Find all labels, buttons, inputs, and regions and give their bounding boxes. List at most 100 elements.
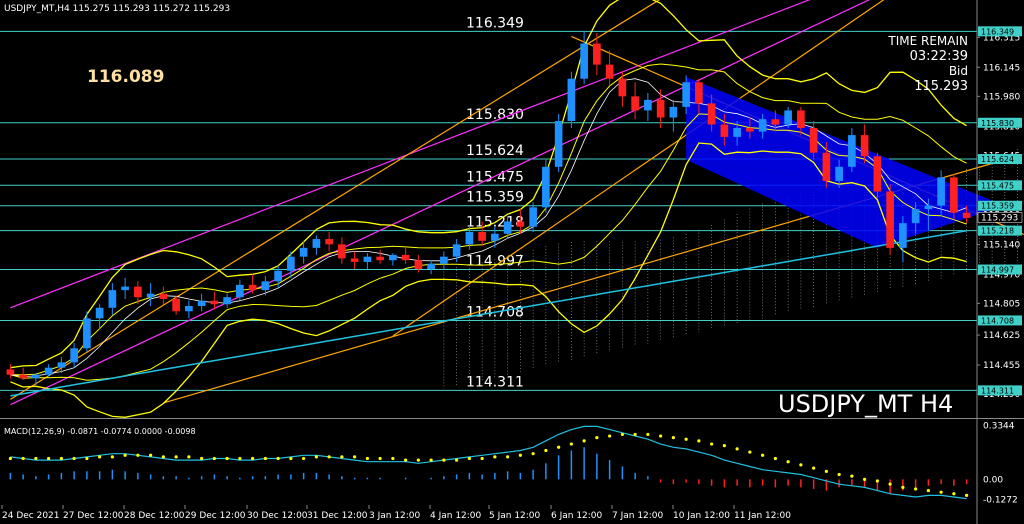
x-tick-label-0: 24 Dec 2021 <box>2 511 60 521</box>
macd-signal-dot <box>531 452 535 456</box>
candle-body <box>835 166 843 181</box>
candle-body <box>261 281 270 291</box>
x-tick-label-1: 27 Dec 12:00 <box>63 511 124 521</box>
x-tick-label-6: 3 Jan 12:00 <box>369 511 421 521</box>
candle-body <box>363 256 372 262</box>
macd-tick-label-2: -0.1272 <box>983 496 1018 506</box>
level-tag-6: 114.997 <box>981 266 1014 275</box>
macd-signal-dot <box>773 456 777 461</box>
macd-signal-dot <box>569 442 573 446</box>
macd-signal-dot <box>136 453 140 457</box>
y-tick-label-1: 116.145 <box>983 63 1020 73</box>
candle-body <box>376 256 384 261</box>
x-tick-label-7: 4 Jan 12:00 <box>430 511 482 521</box>
candle-body <box>503 221 512 234</box>
candle-body <box>580 43 588 79</box>
macd-signal-dot <box>493 455 497 459</box>
candle-body <box>19 374 27 379</box>
candle-body <box>707 103 716 125</box>
macd-signal-dot <box>863 477 867 481</box>
macd-tick-label-1: 0.00 <box>983 475 1003 485</box>
candle-body <box>822 152 831 181</box>
time-remain-label: TIME REMAIN <box>888 34 968 48</box>
macd-signal-dot <box>200 456 204 461</box>
macd-signal-dot <box>735 447 739 451</box>
macd-signal-dot <box>110 455 114 459</box>
macd-signal-dot <box>212 456 216 461</box>
candle-body <box>554 121 563 167</box>
candle-body <box>733 128 741 137</box>
macd-signal-dot <box>149 453 153 457</box>
candle-body <box>146 293 155 298</box>
macd-signal-dot <box>608 434 612 438</box>
big-price-label: 116.089 <box>87 67 165 87</box>
macd-signal-dot <box>365 456 369 461</box>
time-remain-panel: TIME REMAIN 03:22:39 Bid 115.293 <box>860 34 968 94</box>
macd-signal-dot <box>888 482 892 486</box>
y-tick-label-9: 114.805 <box>983 299 1020 309</box>
candle-body <box>848 135 856 167</box>
candle-body <box>860 135 869 157</box>
macd-signal-dot <box>952 492 956 496</box>
x-tick-label-9: 6 Jan 12:00 <box>551 511 603 521</box>
candle-body <box>491 233 499 241</box>
macd-signal-dot <box>429 458 433 462</box>
macd-signal-dot <box>875 479 879 483</box>
macd-signal-dot <box>340 455 344 459</box>
macd-signal-dot <box>391 456 395 461</box>
x-tick-label-3: 29 Dec 12:00 <box>185 511 246 521</box>
macd-signal-dot <box>353 455 357 459</box>
candle-body <box>287 256 295 271</box>
level-tag-8: 114.311 <box>981 386 1014 395</box>
macd-signal-dot <box>480 456 484 461</box>
x-tick-label-2: 28 Dec 12:00 <box>124 511 185 521</box>
candle-body <box>70 348 78 363</box>
macd-signal-dot <box>238 456 242 461</box>
macd-signal-dot <box>72 456 76 461</box>
macd-signal-dot <box>187 455 191 459</box>
level-tag-4: 115.359 <box>981 202 1014 211</box>
macd-signal-dot <box>314 455 318 459</box>
macd-signal-dot <box>965 493 969 497</box>
y-tick-label-11: 114.455 <box>983 361 1020 371</box>
candle-body <box>121 286 129 291</box>
macd-signal-dot <box>633 432 637 437</box>
candle-body <box>516 221 525 227</box>
level-tag-5: 115.218 <box>981 227 1014 236</box>
macd-signal-dot <box>697 439 701 443</box>
candle-body <box>350 258 359 262</box>
candle-body <box>401 254 410 261</box>
macd-signal-dot <box>837 472 841 477</box>
candle-body <box>57 362 66 368</box>
candle-body <box>656 99 665 118</box>
candle-body <box>299 247 308 257</box>
candle-body <box>529 207 537 227</box>
candle-body <box>248 284 257 291</box>
macd-signal-dot <box>786 460 790 464</box>
macd-signal-dot <box>85 456 89 461</box>
candle-body <box>669 106 678 118</box>
macd-signal-dot <box>467 456 471 461</box>
macd-signal-dot <box>939 490 943 494</box>
candle-body <box>809 128 818 153</box>
candle-body <box>389 254 397 261</box>
candle-body <box>911 209 920 224</box>
candle-body <box>962 212 971 218</box>
macd-signal-dot <box>123 453 127 457</box>
macd-signal-dot <box>174 455 178 459</box>
candle-body <box>924 205 933 210</box>
candle-body <box>720 124 729 137</box>
macd-signal-dot <box>684 437 688 441</box>
macd-signal-dot <box>225 456 229 461</box>
macd-signal-dot <box>47 456 51 461</box>
candle-body <box>312 239 321 248</box>
candle-body <box>784 110 792 125</box>
macd-signal-dot <box>442 458 446 462</box>
ohlc-header: USDJPY_MT,H4 115.275 115.293 115.272 115… <box>4 4 231 14</box>
candle-body <box>210 300 219 305</box>
macd-signal-dot <box>926 488 930 493</box>
candle-body <box>771 119 780 125</box>
current-price-tag: 115.293 <box>981 213 1018 223</box>
y-tick-label-10: 114.625 <box>983 331 1020 341</box>
macd-signal-dot <box>518 453 522 457</box>
